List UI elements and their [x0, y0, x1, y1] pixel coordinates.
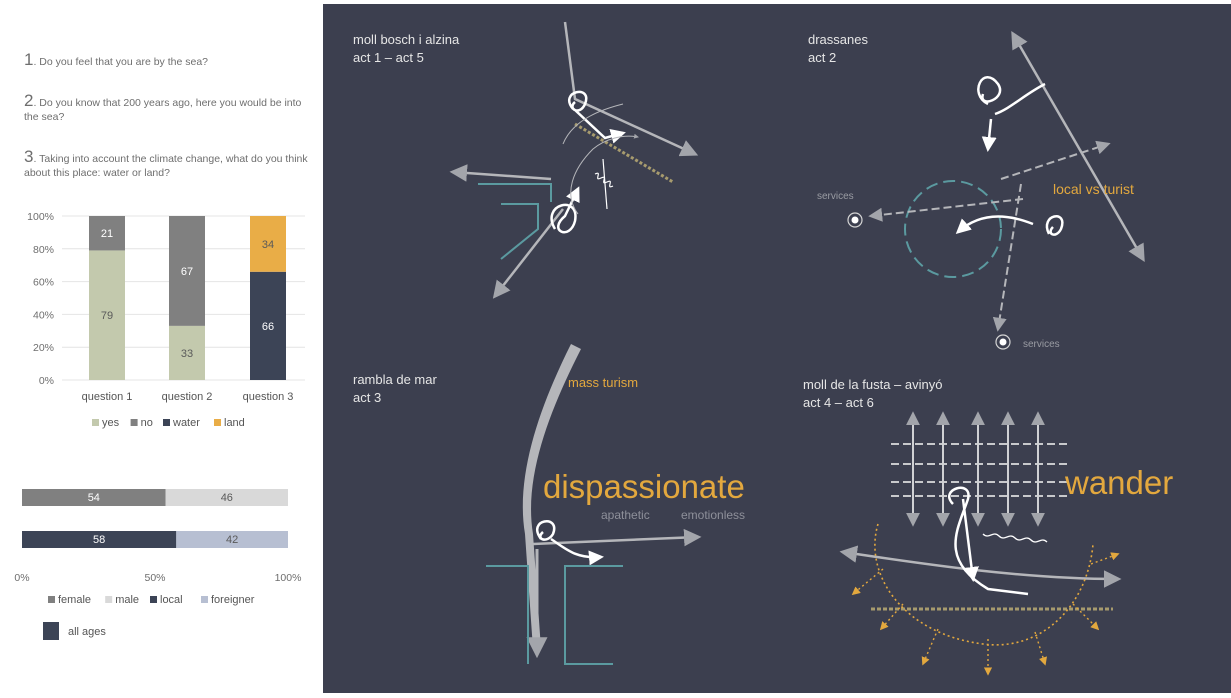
- northeast-dashed-arrow: [1000, 140, 1111, 180]
- y-tick-label: 40%: [33, 309, 54, 321]
- legend-swatch-land: [214, 419, 221, 426]
- panel-3-title: rambla de mar: [353, 372, 437, 387]
- legend-label-male: male: [115, 594, 139, 606]
- white-loop-3: [978, 76, 1046, 149]
- services-node-2: [999, 338, 1007, 346]
- local-vs-turist-label: local vs turist: [1053, 181, 1134, 197]
- bar-data-label: 66: [262, 321, 274, 333]
- all-ages-swatch: [43, 622, 59, 640]
- white-loop-2: [550, 186, 580, 234]
- legend-label-female: female: [58, 594, 91, 606]
- legend-label-local: local: [160, 594, 183, 606]
- legend-label-foreigner: foreigner: [211, 594, 255, 606]
- panel-2-subtitle: act 2: [808, 50, 836, 65]
- white-loop-5: [536, 520, 601, 557]
- all-ages-label: all ages: [68, 626, 106, 638]
- survey-stacked-bar-chart: 0% 20% 40% 60% 80% 100% 79 21 question 1 33 67 ques…: [14, 211, 305, 640]
- behaviour-diagrams: moll bosch i alzina act 1 – act 5 drassa…: [353, 21, 1173, 676]
- hbar-data-label: 58: [93, 534, 105, 546]
- legend-label-yes: yes: [102, 417, 120, 429]
- survey-panel: 1. Do you feel that you are by the sea? …: [0, 0, 323, 693]
- panel-rambla-de-mar: rambla de mar act 3 mass turism dispassi…: [353, 344, 745, 665]
- x-category-label: question 3: [243, 391, 294, 403]
- mass-turism-label: mass turism: [568, 375, 638, 390]
- long-diagonal-arrow: [1011, 30, 1145, 263]
- main-path-arrow: [563, 21, 699, 157]
- question-3: 3. Taking into account the climate chang…: [24, 148, 316, 180]
- white-loop-4: [1045, 215, 1064, 236]
- hbar-data-label: 54: [88, 492, 100, 504]
- panel-1-title: moll bosch i alzina: [353, 32, 460, 47]
- legend-label-no: no: [141, 417, 153, 429]
- legend-swatch-local: [150, 596, 157, 603]
- x-category-label: question 2: [162, 391, 213, 403]
- services-dashed-arrow-2: [992, 183, 1022, 332]
- question-1: 1. Do you feel that you are by the sea?: [24, 51, 316, 69]
- legend-label-land: land: [224, 417, 245, 429]
- emotionless-label: emotionless: [681, 508, 745, 522]
- panel-4-title: moll de la fusta – avinyó: [803, 377, 942, 392]
- west-arrow: [449, 164, 552, 182]
- bar-data-label: 79: [101, 310, 113, 322]
- hbar-data-label: 46: [221, 492, 233, 504]
- dispassionate-label: dispassionate: [543, 468, 745, 505]
- x-tick-label: 100%: [275, 572, 302, 584]
- panel-drassanes: drassanes act 2 services services local …: [808, 30, 1145, 350]
- x-tick-label: 50%: [144, 572, 165, 584]
- bar-data-label: 21: [101, 228, 113, 240]
- white-curve-arrow: [955, 215, 1034, 235]
- panel-1-subtitle: act 1 – act 5: [353, 50, 424, 65]
- apathetic-label: apathetic: [601, 508, 650, 522]
- y-tick-label: 60%: [33, 277, 54, 289]
- diagram-panel: moll bosch i alzina act 1 – act 5 drassa…: [323, 4, 1231, 693]
- orange-dotted-arc: [874, 523, 1094, 646]
- services-label-1: services: [817, 191, 854, 202]
- hbar-data-label: 42: [226, 534, 238, 546]
- panel-2-title: drassanes: [808, 32, 868, 47]
- wander-label: wander: [1064, 464, 1173, 501]
- question-3-text: . Taking into account the climate change…: [24, 153, 308, 179]
- wiggle-mark-1: [594, 158, 614, 210]
- y-tick-label: 20%: [33, 342, 54, 354]
- legend-swatch-female: [48, 596, 55, 603]
- legend-swatch-foreigner: [201, 596, 208, 603]
- question-2-text: . Do you know that 200 years ago, here y…: [24, 97, 302, 123]
- question-2: 2. Do you know that 200 years ago, here …: [24, 92, 316, 124]
- street-outline: [486, 565, 623, 665]
- bar-data-label: 33: [181, 348, 193, 360]
- white-wander-path: [948, 486, 1029, 596]
- y-tick-label: 80%: [33, 244, 54, 256]
- x-category-label: question 1: [82, 391, 133, 403]
- quay-outline: [478, 183, 552, 260]
- y-tick-label: 0%: [39, 375, 54, 387]
- legend-swatch-yes: [92, 419, 99, 426]
- dashed-grid-horizontal: [891, 443, 1068, 497]
- legend-swatch-no: [130, 419, 138, 426]
- wander-horizontal-arrow: [839, 545, 1122, 588]
- dashed-circle-zone: [904, 180, 1002, 278]
- services-node-1: [851, 216, 859, 224]
- bar-data-label: 67: [181, 266, 193, 278]
- services-dashed-arrow-1: [868, 198, 1024, 222]
- panel-moll-bosch: moll bosch i alzina act 1 – act 5: [353, 21, 699, 299]
- bar-data-label: 34: [262, 239, 274, 251]
- grid-arrows: [906, 411, 1045, 527]
- services-label-2: services: [1023, 339, 1060, 350]
- x-tick-label: 0%: [14, 572, 29, 584]
- legend-swatch-male: [105, 596, 113, 603]
- question-1-text: . Do you feel that you are by the sea?: [33, 56, 208, 68]
- panel-moll-de-la-fusta: moll de la fusta – avinyó act 4 – act 6: [803, 377, 1173, 676]
- panel-3-subtitle: act 3: [353, 390, 381, 405]
- wiggle-mark-2: [982, 533, 1048, 543]
- legend-label-water: water: [172, 417, 200, 429]
- legend-swatch-water: [163, 419, 170, 426]
- panel-4-subtitle: act 4 – act 6: [803, 395, 874, 410]
- y-tick-label: 100%: [27, 211, 54, 223]
